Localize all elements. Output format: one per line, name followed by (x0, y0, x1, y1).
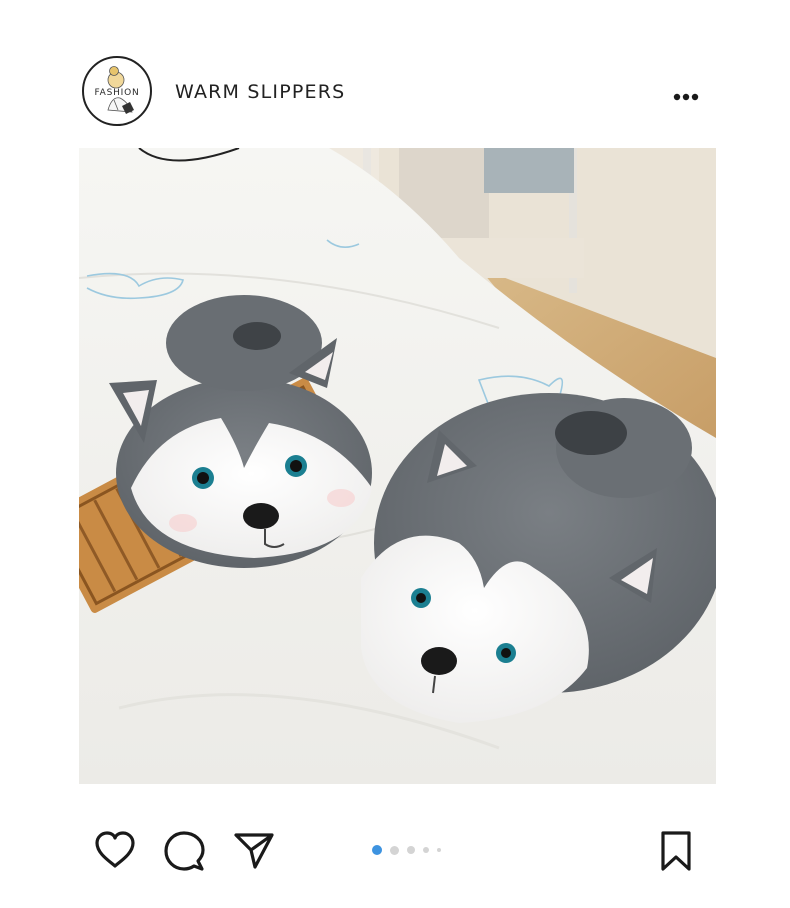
bookmark-icon[interactable] (658, 830, 694, 872)
carousel-indicator (370, 844, 460, 856)
more-horizontal-icon[interactable] (670, 88, 704, 106)
post-actions (0, 820, 790, 880)
carousel-dot-active (372, 845, 382, 855)
account-name[interactable]: WARM SLIPPERS (175, 81, 345, 103)
slippers-photo (79, 148, 716, 784)
avatar[interactable]: FASHION (82, 56, 152, 126)
carousel-dot (437, 848, 441, 852)
carousel-dot (423, 847, 429, 853)
post-image[interactable] (79, 148, 716, 784)
carousel-dot (407, 846, 415, 854)
carousel-dot (390, 845, 399, 855)
send-icon[interactable] (233, 830, 275, 870)
comment-icon[interactable] (163, 830, 205, 872)
heart-icon[interactable] (93, 830, 137, 870)
post-header: FASHION WARM SLIPPERS (0, 0, 790, 148)
avatar-text: FASHION (94, 88, 140, 98)
